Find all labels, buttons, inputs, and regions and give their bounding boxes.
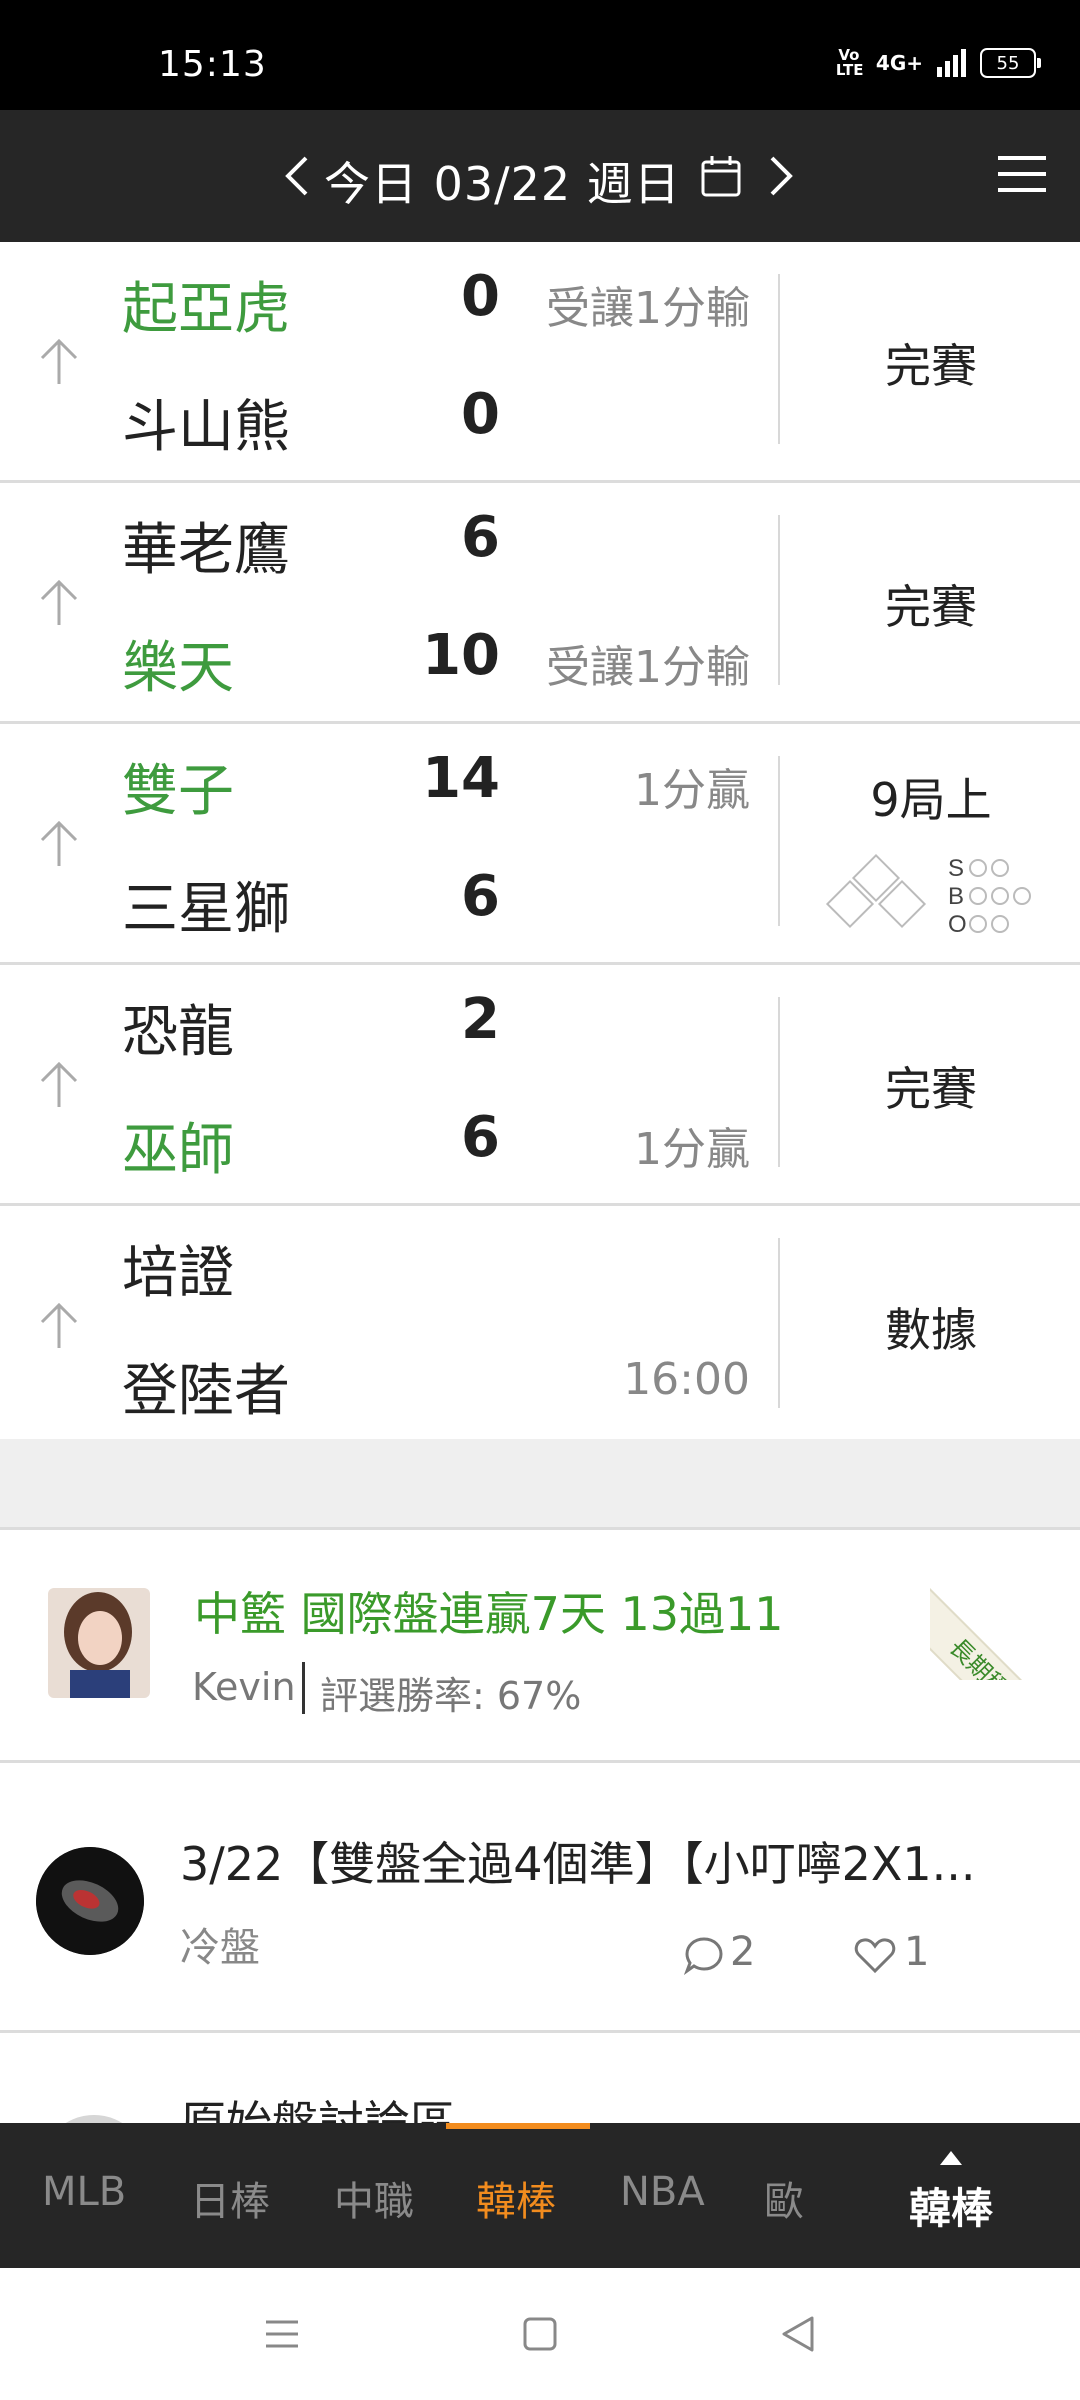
- home-icon[interactable]: [522, 2316, 558, 2352]
- current-league-label: 韓棒: [908, 2184, 993, 2233]
- avatar[interactable]: [36, 1847, 144, 1955]
- team-name: 三星獅: [122, 877, 290, 942]
- forum-post[interactable]: 原始盤討論區: [0, 2033, 1080, 2123]
- post-title[interactable]: 3/22【雙盤全過4個準】【小叮嚀2X1...: [180, 1828, 975, 1894]
- arrow-up-icon[interactable]: [38, 1302, 80, 1350]
- calendar-icon[interactable]: [700, 154, 742, 198]
- battery-level: 55: [996, 52, 1020, 74]
- game-status[interactable]: 9局上: [782, 764, 1080, 830]
- game-row[interactable]: 華老鷹 樂天 6 10 受讓1分輸 完賽: [0, 483, 1080, 724]
- forum-post[interactable]: 3/22【雙盤全過4個準】【小叮嚀2X1... 冷盤 2 1: [0, 1763, 1080, 2033]
- team-name: 巫師: [122, 1118, 234, 1183]
- handicap-result: 受讓1分輸: [546, 642, 750, 693]
- baseball-diamond-icon: S B O: [825, 853, 1031, 938]
- team-score: 14: [422, 746, 500, 811]
- tab-kbo[interactable]: 韓棒: [476, 2169, 556, 2227]
- arrow-up-icon[interactable]: [38, 1061, 80, 1109]
- sbo-label-o: O: [948, 911, 967, 938]
- post-category: 冷盤: [180, 1925, 260, 1971]
- game-status[interactable]: 完賽: [782, 571, 1080, 637]
- like-count: 1: [904, 1929, 930, 1975]
- sbo-label-b: B: [948, 883, 964, 910]
- forum-post[interactable]: 中籃 國際盤連贏7天 13過11 Kevin 評選勝率: 67% 長期穩定: [0, 1530, 1080, 1763]
- league-tab-bar: MLB 日棒 中職 韓棒 NBA 歐 韓棒: [0, 2123, 1080, 2268]
- game-row[interactable]: 培證 登陸者 16:00 數據: [0, 1206, 1080, 1447]
- game-stats-link[interactable]: 數據: [782, 1294, 1080, 1360]
- battery-icon: 55: [980, 48, 1041, 78]
- next-day-icon[interactable]: [768, 154, 794, 198]
- prev-day-icon[interactable]: [284, 154, 310, 198]
- recent-apps-icon[interactable]: [264, 2316, 300, 2352]
- divider: [778, 274, 780, 444]
- post-author[interactable]: Kevin: [192, 1665, 296, 1709]
- status-icons: Vo LTE 4G+ 55: [835, 46, 1041, 79]
- tab-nba[interactable]: NBA: [620, 2169, 705, 2215]
- comment-icon[interactable]: [684, 1935, 724, 1975]
- volte-icon: Vo LTE: [835, 46, 864, 79]
- team-score: 6: [461, 505, 500, 570]
- avatar[interactable]: [48, 1588, 150, 1698]
- caret-up-icon: [940, 2151, 962, 2165]
- tab-npb[interactable]: 日棒: [190, 2169, 270, 2227]
- sbo-label-s: S: [948, 855, 964, 882]
- divider: [778, 1238, 780, 1408]
- network-type: 4G+: [875, 51, 923, 75]
- team-score: 0: [461, 264, 500, 329]
- post-title[interactable]: 原始盤討論區: [180, 2087, 456, 2123]
- system-nav-bar: [0, 2268, 1080, 2400]
- team-name: 樂天: [122, 636, 234, 701]
- team-score: 6: [461, 1105, 500, 1170]
- tab-europe[interactable]: 歐: [764, 2169, 804, 2227]
- team-name: 恐龍: [122, 1000, 234, 1065]
- divider: [778, 515, 780, 685]
- badge-ribbon: 長期穩定: [930, 1530, 1080, 1680]
- team-name: 培證: [122, 1241, 234, 1306]
- date-header: 今日 03/22 週日: [0, 110, 1080, 242]
- avatar[interactable]: [40, 2115, 148, 2123]
- status-time: 15:13: [158, 44, 267, 85]
- win-rate: 評選勝率: 67%: [320, 1674, 582, 1718]
- signal-icon: [937, 49, 966, 77]
- divider: [778, 997, 780, 1167]
- hamburger-menu-icon[interactable]: [996, 154, 1048, 194]
- team-score: 10: [422, 623, 500, 688]
- team-name: 斗山熊: [122, 395, 290, 460]
- team-name: 起亞虎: [122, 277, 290, 342]
- section-spacer: [0, 1439, 1080, 1530]
- arrow-up-icon[interactable]: [38, 579, 80, 627]
- comment-count: 2: [730, 1929, 756, 1975]
- team-score: 0: [461, 382, 500, 447]
- team-name: 雙子: [122, 759, 234, 824]
- divider: [302, 1662, 305, 1714]
- game-start-time: 16:00: [623, 1354, 750, 1405]
- game-row[interactable]: 起亞虎 斗山熊 0 0 受讓1分輸 完賽: [0, 242, 1080, 483]
- arrow-up-icon[interactable]: [38, 338, 80, 386]
- handicap-result: 1分贏: [634, 1124, 750, 1175]
- ribbon-label: 長期穩定: [930, 1580, 1080, 1680]
- team-score: 6: [461, 864, 500, 929]
- divider: [778, 756, 780, 926]
- status-bar: 15:13 Vo LTE 4G+ 55: [0, 0, 1080, 110]
- game-row[interactable]: 雙子 三星獅 14 6 1分贏 9局上 S B O: [0, 724, 1080, 965]
- game-list: 起亞虎 斗山熊 0 0 受讓1分輸 完賽 華老鷹 樂天 6 10 受讓1分輸 完…: [0, 242, 1080, 1447]
- arrow-up-icon[interactable]: [38, 820, 80, 868]
- team-score: 2: [461, 987, 500, 1052]
- back-icon[interactable]: [780, 2314, 816, 2354]
- tab-cpbl[interactable]: 中職: [334, 2169, 414, 2227]
- tab-mlb[interactable]: MLB: [42, 2169, 126, 2215]
- team-name: 華老鷹: [122, 518, 290, 583]
- team-name: 登陸者: [122, 1359, 290, 1424]
- active-tab-indicator: [446, 2123, 590, 2129]
- post-title[interactable]: 中籃 國際盤連贏7天 13過11: [194, 1578, 784, 1644]
- game-status[interactable]: 完賽: [782, 1053, 1080, 1119]
- game-row[interactable]: 恐龍 巫師 2 6 1分贏 完賽: [0, 965, 1080, 1206]
- handicap-result: 1分贏: [634, 765, 750, 816]
- league-selector-button[interactable]: 韓棒: [876, 2141, 1026, 2236]
- heart-icon[interactable]: [854, 1935, 896, 1975]
- date-title[interactable]: 今日 03/22 週日: [324, 148, 681, 214]
- handicap-result: 受讓1分輸: [546, 283, 750, 334]
- game-status[interactable]: 完賽: [782, 330, 1080, 396]
